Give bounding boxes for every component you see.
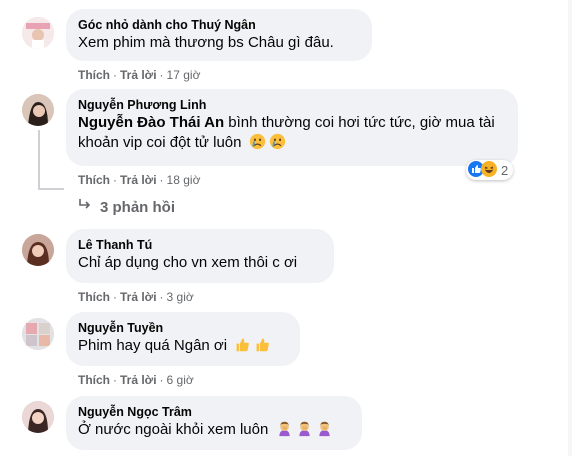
facepalm-icon — [296, 420, 313, 443]
comment-actions: Thích · Trả lời · 18 giờ — [78, 173, 201, 187]
comment-author[interactable]: Nguyễn Phương Linh — [78, 97, 506, 113]
scrollbar-track[interactable] — [568, 0, 572, 456]
crying-face-icon — [249, 133, 266, 156]
replies-count-label: 3 phản hồi — [100, 198, 175, 216]
comment-bubble: Góc nhỏ dành cho Thuý Ngân Xem phim mà t… — [66, 9, 372, 61]
mention-link[interactable]: Nguyễn Đào Thái An — [78, 114, 224, 131]
like-link[interactable]: Thích — [78, 373, 110, 387]
comment-text: Xem phim mà thương bs Châu gì đâu. — [78, 34, 334, 51]
comment-time[interactable]: 6 giờ — [167, 373, 194, 387]
view-replies-link[interactable]: 3 phản hồi — [78, 198, 175, 216]
avatar[interactable] — [22, 17, 54, 49]
facepalm-icon — [276, 420, 293, 443]
reply-link[interactable]: Trả lời — [120, 173, 157, 187]
crying-face-icon — [269, 133, 286, 156]
thread-line — [38, 188, 64, 190]
comment-text: Nguyễn Đào Thái An bình thường coi hơi t… — [78, 113, 506, 156]
comment-bubble: Nguyễn Tuyền Phim hay quá Ngân ơi — [66, 312, 300, 366]
like-link[interactable]: Thích — [78, 173, 110, 187]
thread-line — [38, 130, 40, 188]
comment-text: Ở nước ngoài khỏi xem luôn — [78, 420, 350, 443]
avatar[interactable] — [22, 234, 54, 266]
comment-bubble: Nguyễn Ngọc Trâm Ở nước ngoài khỏi xem l… — [66, 396, 362, 450]
comment-time[interactable]: 17 giờ — [167, 68, 201, 82]
comment-actions: Thích · Trả lời · 6 giờ — [78, 373, 194, 387]
thumbs-up-icon — [254, 336, 271, 359]
comment-author[interactable]: Lê Thanh Tú — [78, 237, 322, 253]
comment-bubble: Lê Thanh Tú Chỉ áp dụng cho vn xem thôi … — [66, 229, 334, 283]
comment-text: Chỉ áp dụng cho vn xem thôi c ơi — [78, 254, 298, 271]
comment-actions: Thích · Trả lời · 17 giờ — [78, 68, 201, 82]
comment-time[interactable]: 18 giờ — [167, 173, 201, 187]
comment-text: Phim hay quá Ngân ơi — [78, 336, 288, 359]
like-link[interactable]: Thích — [78, 290, 110, 304]
facepalm-icon — [316, 420, 333, 443]
comment-author[interactable]: Góc nhỏ dành cho Thuý Ngân — [78, 17, 360, 33]
avatar[interactable] — [22, 318, 54, 350]
thumbs-up-icon — [234, 336, 251, 359]
comment-actions: Thích · Trả lời · 3 giờ — [78, 290, 194, 304]
like-link[interactable]: Thích — [78, 68, 110, 82]
reply-link[interactable]: Trả lời — [120, 373, 157, 387]
avatar[interactable] — [22, 401, 54, 433]
comment-time[interactable]: 3 giờ — [167, 290, 194, 304]
comment-bubble: Nguyễn Phương Linh Nguyễn Đào Thái An bì… — [66, 89, 518, 166]
comment-author[interactable]: Nguyễn Tuyền — [78, 320, 288, 336]
reply-link[interactable]: Trả lời — [120, 68, 157, 82]
reaction-count: 2 — [501, 162, 509, 178]
reaction-summary[interactable]: 2 — [466, 160, 514, 180]
reply-link[interactable]: Trả lời — [120, 290, 157, 304]
comment-author[interactable]: Nguyễn Ngọc Trâm — [78, 404, 350, 420]
haha-icon — [481, 160, 497, 180]
reply-arrow-icon — [78, 198, 92, 216]
avatar[interactable] — [22, 94, 54, 126]
